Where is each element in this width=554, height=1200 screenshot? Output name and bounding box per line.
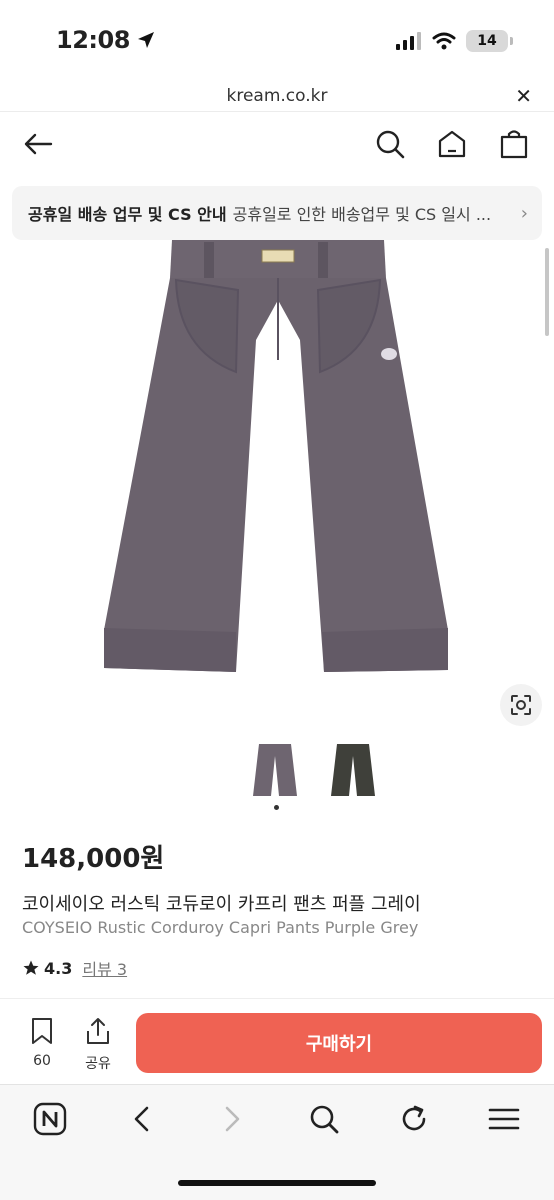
back-button[interactable] — [20, 126, 56, 162]
share-label: 공유 — [85, 1056, 111, 1072]
wishlist-button[interactable]: 60 — [20, 1017, 64, 1069]
thumbnail-image — [331, 744, 375, 796]
product-name-korean: 코이세이오 러스틱 코듀로이 카프리 팬츠 퍼플 그레이 — [22, 894, 421, 915]
naver-button[interactable] — [30, 1099, 70, 1139]
menu-button[interactable] — [484, 1099, 524, 1139]
reload-icon — [402, 1105, 426, 1131]
time-text: 12:08 — [56, 26, 130, 54]
url-text[interactable]: kream.co.kr — [0, 86, 554, 106]
location-arrow-icon — [137, 32, 154, 48]
product-name-english: COYSEIO Rustic Corduroy Capri Pants Purp… — [22, 918, 419, 937]
home-indicator — [178, 1180, 376, 1186]
thumbnail-image — [253, 744, 297, 796]
product-price: 148,000원 — [22, 844, 165, 874]
chevron-left-icon — [134, 1106, 149, 1132]
home-button[interactable] — [434, 126, 470, 162]
notice-text: 공휴일로 인한 배송업무 및 CS 일시 ... — [232, 205, 492, 224]
status-indicators: 14 — [396, 30, 513, 52]
star-icon — [23, 960, 39, 975]
wifi-icon — [432, 32, 456, 50]
shopping-bag-icon — [500, 130, 528, 159]
notice-title: 공휴일 배송 업무 및 CS 안내 — [28, 205, 227, 224]
chevron-right-icon: › — [520, 202, 528, 224]
search-icon — [310, 1105, 339, 1134]
app-header — [0, 112, 554, 178]
search-button[interactable] — [372, 126, 408, 162]
signal-icon — [396, 32, 421, 50]
buy-button[interactable]: 구매하기 — [136, 1013, 542, 1073]
wishlist-count: 60 — [33, 1053, 51, 1069]
cart-button[interactable] — [496, 126, 532, 162]
search-icon — [376, 130, 405, 159]
bottom-action-bar: 60 공유 구매하기 — [0, 998, 554, 1084]
thumbnail-indicator — [274, 805, 279, 810]
share-icon — [87, 1018, 109, 1044]
status-bar: 12:08 14 — [0, 0, 554, 82]
rating-row: 4.3 리뷰 3 — [22, 956, 127, 980]
url-bar[interactable]: kream.co.kr ✕ — [0, 82, 554, 112]
lens-icon — [511, 695, 531, 715]
hamburger-menu-icon — [488, 1108, 520, 1130]
scrollbar[interactable] — [545, 248, 549, 336]
battery-level: 14 — [477, 33, 497, 49]
image-search-button[interactable] — [500, 684, 542, 726]
battery-indicator: 14 — [466, 30, 513, 52]
share-button[interactable]: 공유 — [76, 1017, 120, 1073]
naver-n-icon — [33, 1102, 67, 1136]
back-arrow-icon — [24, 133, 53, 155]
thumbnail-2[interactable] — [326, 740, 380, 800]
status-time: 12:08 — [56, 26, 156, 54]
forward-nav-button[interactable] — [212, 1099, 252, 1139]
bookmark-icon — [32, 1018, 52, 1044]
browser-search-button[interactable] — [304, 1099, 344, 1139]
review-link[interactable]: 리뷰 3 — [82, 956, 127, 980]
reload-button[interactable] — [394, 1099, 434, 1139]
back-nav-button[interactable] — [122, 1099, 162, 1139]
product-image[interactable] — [0, 240, 554, 732]
home-icon — [438, 130, 466, 158]
thumbnail-strip — [248, 740, 380, 800]
thumbnail-1[interactable] — [248, 740, 302, 800]
chevron-right-icon — [225, 1106, 240, 1132]
notice-banner[interactable]: 공휴일 배송 업무 및 CS 안내 공휴일로 인한 배송업무 및 CS 일시 .… — [12, 186, 542, 240]
close-icon[interactable]: ✕ — [515, 84, 532, 108]
rating-value: 4.3 — [44, 958, 73, 978]
pants-illustration — [104, 240, 448, 672]
